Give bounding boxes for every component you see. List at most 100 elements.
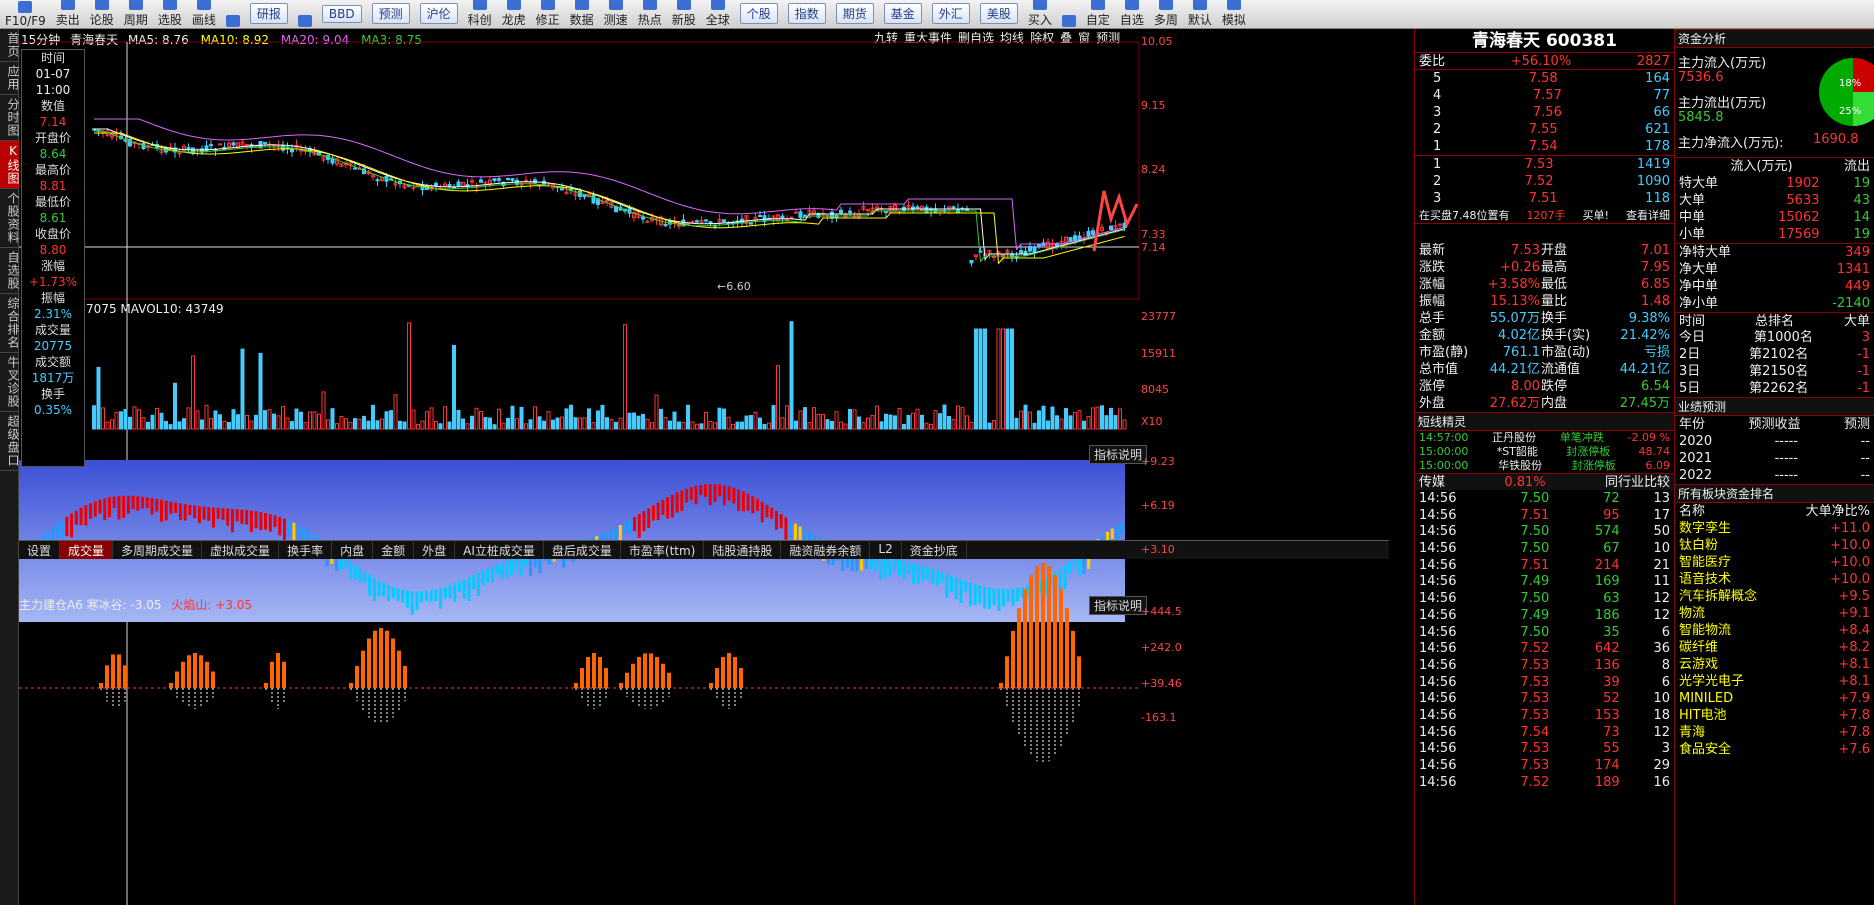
toolbar-item-17[interactable]: 热点	[633, 0, 667, 28]
sector-row[interactable]: 云游戏 +8.1	[1675, 656, 1874, 673]
toolbar-item-1[interactable]: 卖出	[51, 0, 85, 28]
sector-row[interactable]: HIT电池 +7.8	[1675, 707, 1874, 724]
stat-cell: 27.62万	[1489, 396, 1540, 411]
buy-row[interactable]: 2 7.52 1090	[1415, 173, 1674, 190]
ind1-bar	[349, 561, 353, 579]
indicator-tab[interactable]: AI立桩成交量	[455, 541, 544, 559]
toolbar-item-32[interactable]: 模拟	[1217, 0, 1251, 28]
indicator-tab[interactable]: 盘后成交量	[544, 541, 621, 559]
toolbar-item-0[interactable]: F10/F9	[0, 0, 51, 28]
toolbar-item-4[interactable]: 选股	[153, 0, 187, 28]
toolbar-item-2[interactable]: 论股	[85, 0, 119, 28]
toolbar-item-31[interactable]: 默认	[1183, 0, 1217, 28]
sector-row[interactable]: 青海 +7.8	[1675, 724, 1874, 741]
sector-row[interactable]: 钛白粉 +10.0	[1675, 537, 1874, 554]
toolbar-item-29[interactable]: 自选	[1115, 0, 1149, 28]
toolbar-item-22[interactable]: 期货	[831, 0, 879, 28]
toolbar-item-27[interactable]	[1057, 0, 1081, 28]
sell-row[interactable]: 5 7.58 164	[1415, 70, 1674, 87]
sell-row[interactable]: 3 7.56 66	[1415, 104, 1674, 121]
sector-row[interactable]: 汽车拆解概念 +9.5	[1675, 588, 1874, 605]
toolbar-item-28[interactable]: 自定	[1081, 0, 1115, 28]
indicator-tab[interactable]: 换手率	[279, 541, 333, 559]
sell-row[interactable]: 1 7.54 178	[1415, 138, 1674, 155]
tick-list: 14:56 7.50 72 13 14:56 7.51 95 17 14:56 7.50 574 50…	[1415, 490, 1674, 790]
left-tab-7[interactable]: 牛叉诊股	[0, 353, 20, 412]
dx-row[interactable]: 15:00:00 *ST韶能 封涨停板 48.74	[1415, 445, 1674, 459]
indicator-tab[interactable]: 内盘	[332, 541, 374, 559]
toolbar-item-14[interactable]: 修正	[531, 0, 565, 28]
ind1-bar	[770, 507, 774, 519]
toolbar-item-18[interactable]: 新股	[667, 0, 701, 28]
indicator-tab[interactable]: 融资融券余额	[781, 541, 871, 559]
buy-row[interactable]: 3 7.51 118	[1415, 190, 1674, 207]
dx-row[interactable]: 14:57:00 正丹股份 单笔冲跌 -2.09 %	[1415, 431, 1674, 445]
toolbar-item-11[interactable]: 沪伦	[415, 0, 463, 28]
ind1-bar	[235, 509, 239, 522]
left-tab-4[interactable]: 个股资料	[0, 189, 20, 248]
toolbar-item-5[interactable]: 画线	[187, 0, 221, 28]
indicator-tab[interactable]: L2	[870, 541, 902, 559]
volume-bar	[470, 415, 474, 430]
left-tab-6[interactable]: 综合排名	[0, 294, 20, 353]
buy-row[interactable]: 1 7.53 1419	[1415, 156, 1674, 173]
indicator-tab[interactable]: 设置	[19, 541, 61, 559]
toolbar-label: 论股	[89, 13, 114, 27]
sector-row[interactable]: 语音技术 +10.0	[1675, 571, 1874, 588]
sell-row[interactable]: 4 7.57 77	[1415, 87, 1674, 104]
toolbar-item-25[interactable]: 美股	[975, 0, 1023, 28]
left-tab-5[interactable]: 自选股	[0, 248, 20, 294]
indicator-tab[interactable]: 虚拟成交量	[202, 541, 280, 559]
fund-cell: 1902	[1786, 176, 1820, 191]
ind2-up	[999, 683, 1003, 688]
left-tab-1[interactable]: 应用	[0, 62, 20, 95]
toolbar-item-13[interactable]: 龙虎	[497, 0, 531, 28]
toolbar-item-15[interactable]: 数据	[565, 0, 599, 28]
left-tab-0[interactable]: 首页	[0, 29, 20, 62]
indicator-tab[interactable]: 市盈率(ttm)	[621, 541, 705, 559]
sector-row[interactable]: 食品安全 +7.6	[1675, 741, 1874, 758]
big-order-note[interactable]: 在买盘7.48位置有 1207手 买单! 查看详细	[1415, 207, 1674, 224]
fund-summary: 主力流入(万元) 7536.6 主力流出(万元) 5845.8 主力净流入(万元…	[1675, 48, 1874, 158]
toolbar-item-23[interactable]: 基金	[879, 0, 927, 28]
toolbar-item-24[interactable]: 外汇	[927, 0, 975, 28]
dx-row[interactable]: 15:00:00 华铁股份 封涨停板 6.09	[1415, 459, 1674, 473]
toolbar-item-12[interactable]: 科创	[463, 0, 497, 28]
ind1-bar	[467, 577, 471, 602]
sector-row[interactable]: 碳纤维 +8.2	[1675, 639, 1874, 656]
chart-svg[interactable]	[19, 29, 1414, 905]
toolbar-item-26[interactable]: 买入	[1023, 0, 1057, 28]
sell-row[interactable]: 2 7.55 621	[1415, 121, 1674, 138]
toolbar-item-6[interactable]	[221, 0, 245, 28]
sector-row[interactable]: 智能物流 +8.4	[1675, 622, 1874, 639]
tick-row: 14:56 7.52 189 16	[1415, 774, 1674, 791]
indicator-tab[interactable]: 金额	[373, 541, 415, 559]
toolbar-item-7[interactable]: 研报	[245, 0, 293, 28]
sector-row[interactable]: 数字孪生 +11.0	[1675, 520, 1874, 537]
indicator-tab[interactable]: 成交量	[60, 541, 114, 559]
left-tab-8[interactable]: 超级盘口	[0, 412, 20, 471]
left-tab-3[interactable]: K线图	[0, 141, 20, 189]
toolbar-item-19[interactable]: 全球	[701, 0, 735, 28]
tick-row: 14:56 7.50 574 50	[1415, 523, 1674, 540]
sector-row[interactable]: 智能医疗 +10.0	[1675, 554, 1874, 571]
toolbar-item-16[interactable]: 测速	[599, 0, 633, 28]
indicator-tab[interactable]: 陆股通持股	[704, 541, 782, 559]
sector-row[interactable]: MINILED +7.9	[1675, 690, 1874, 707]
left-tab-2[interactable]: 分时图	[0, 95, 20, 141]
indicator-tab[interactable]: 多周期成交量	[113, 541, 203, 559]
toolbar-item-3[interactable]: 周期	[119, 0, 153, 28]
indicator-help-button-1[interactable]: 指标说明	[1089, 445, 1148, 464]
toolbar-item-9[interactable]: BBD	[317, 0, 367, 28]
sector-row[interactable]: 光学光电子 +8.1	[1675, 673, 1874, 690]
toolbar-item-21[interactable]: 指数	[783, 0, 831, 28]
toolbar-item-8[interactable]	[293, 0, 317, 28]
toolbar-item-30[interactable]: 多周	[1149, 0, 1183, 28]
indicator-tab[interactable]: 外盘	[414, 541, 456, 559]
toolbar-item-20[interactable]: 个股	[735, 0, 783, 28]
sector-row[interactable]: 物流 +9.1	[1675, 605, 1874, 622]
dx-cell: -2.09 %	[1627, 431, 1670, 444]
indicator-tab[interactable]: 资金抄底	[902, 541, 967, 559]
indicator-help-button-2[interactable]: 指标说明	[1089, 596, 1148, 615]
toolbar-item-10[interactable]: 预测	[367, 0, 415, 28]
